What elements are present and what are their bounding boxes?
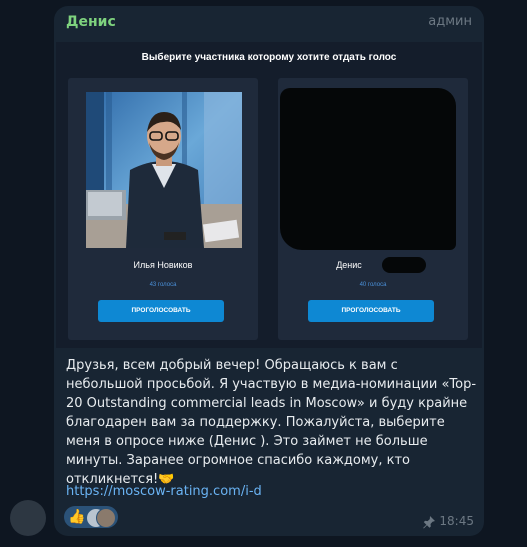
- redacted-surname: [382, 257, 426, 273]
- candidate-votes-2: 40 голоса: [359, 282, 387, 288]
- message-text: Друзья, всем добрый вечер! Обращаюсь к в…: [66, 358, 477, 487]
- reactor-avatar-2: [96, 508, 116, 528]
- sender-role-badge: админ: [428, 14, 472, 29]
- candidate-card-1: Илья Новиков 43 голоса ПРОГОЛОСОВАТЬ: [68, 78, 258, 340]
- message-time: 18:45: [439, 514, 474, 528]
- vote-button-2[interactable]: ПРОГОЛОСОВАТЬ: [308, 300, 434, 322]
- pin-icon: [423, 516, 435, 529]
- redacted-photo: [280, 88, 456, 250]
- message-bubble: Денис админ Выберите участника которому …: [54, 6, 484, 536]
- sender-name[interactable]: Денис: [66, 14, 116, 30]
- candidate-photo-1: [86, 92, 242, 248]
- sender-avatar[interactable]: [10, 500, 46, 536]
- poll-title: Выберите участника которому хотите отдат…: [141, 52, 397, 63]
- reaction-pill[interactable]: 👍: [64, 506, 118, 528]
- thumbs-up-icon: 👍: [68, 509, 86, 525]
- message-link[interactable]: https://moscow-rating.com/i-d: [66, 484, 262, 499]
- candidate-name-1: Илья Новиков: [133, 260, 193, 270]
- candidate-card-2: Денис 40 голоса ПРОГОЛОСОВАТЬ: [278, 78, 468, 340]
- poll-image[interactable]: Выберите участника которому хотите отдат…: [56, 42, 482, 348]
- vote-button-1[interactable]: ПРОГОЛОСОВАТЬ: [98, 300, 224, 322]
- message-header: Денис админ: [54, 6, 484, 42]
- candidate-votes-1: 43 голоса: [149, 282, 177, 288]
- candidate-photo-image: [86, 92, 242, 248]
